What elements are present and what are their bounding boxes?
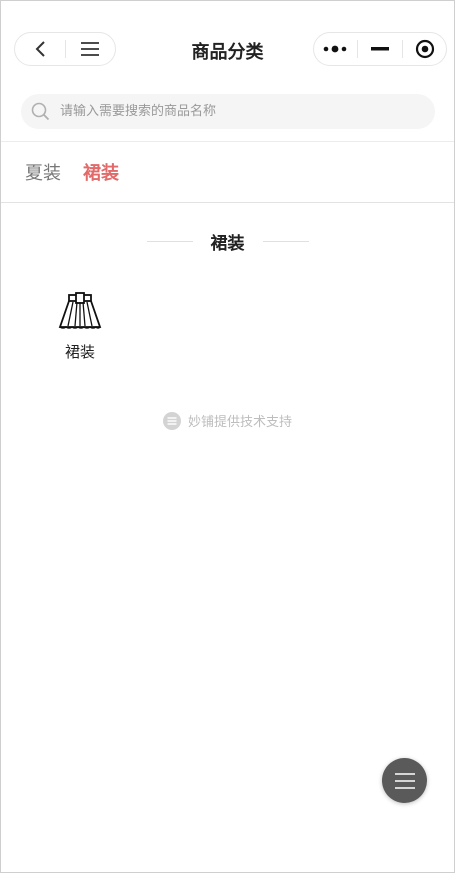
decorative-line bbox=[262, 241, 309, 242]
tech-support-text: 妙铺提供技术支持 bbox=[187, 415, 292, 430]
right-capsule bbox=[313, 32, 447, 66]
navigation-bar: 商品分类 bbox=[1, 1, 454, 93]
divider bbox=[1, 202, 454, 203]
decorative-line bbox=[146, 241, 193, 242]
floating-menu-button[interactable] bbox=[382, 758, 427, 803]
search-input[interactable] bbox=[58, 103, 392, 120]
minimize-icon bbox=[370, 47, 389, 51]
category-tabs: 夏装 裙装 bbox=[25, 159, 119, 185]
section-title: 裙装 bbox=[210, 234, 245, 254]
search-bar[interactable] bbox=[21, 94, 435, 129]
more-dots-icon bbox=[324, 45, 347, 53]
close-miniprogram-button[interactable] bbox=[404, 32, 446, 66]
target-close-icon bbox=[415, 39, 434, 59]
hamburger-menu-icon bbox=[394, 772, 415, 789]
tech-support-footer: 妙铺提供技术支持 bbox=[1, 411, 454, 430]
tab-summer-wear[interactable]: 夏装 bbox=[25, 159, 61, 185]
category-item-skirts[interactable]: 裙装 bbox=[49, 291, 111, 362]
search-icon bbox=[31, 102, 50, 121]
minimize-button[interactable] bbox=[359, 32, 401, 66]
more-button[interactable] bbox=[314, 32, 356, 66]
section-header: 裙装 bbox=[1, 229, 454, 254]
miaopu-logo-icon bbox=[162, 411, 181, 430]
skirt-icon bbox=[58, 292, 102, 329]
app-frame: 商品分类 请输入需要搜索的商品名称 夏装 裙装 裙装 裙装 妙铺提供技术支持 bbox=[0, 0, 455, 873]
category-item-label: 裙装 bbox=[64, 343, 95, 361]
divider bbox=[1, 141, 454, 142]
tab-skirts[interactable]: 裙装 bbox=[83, 159, 119, 185]
